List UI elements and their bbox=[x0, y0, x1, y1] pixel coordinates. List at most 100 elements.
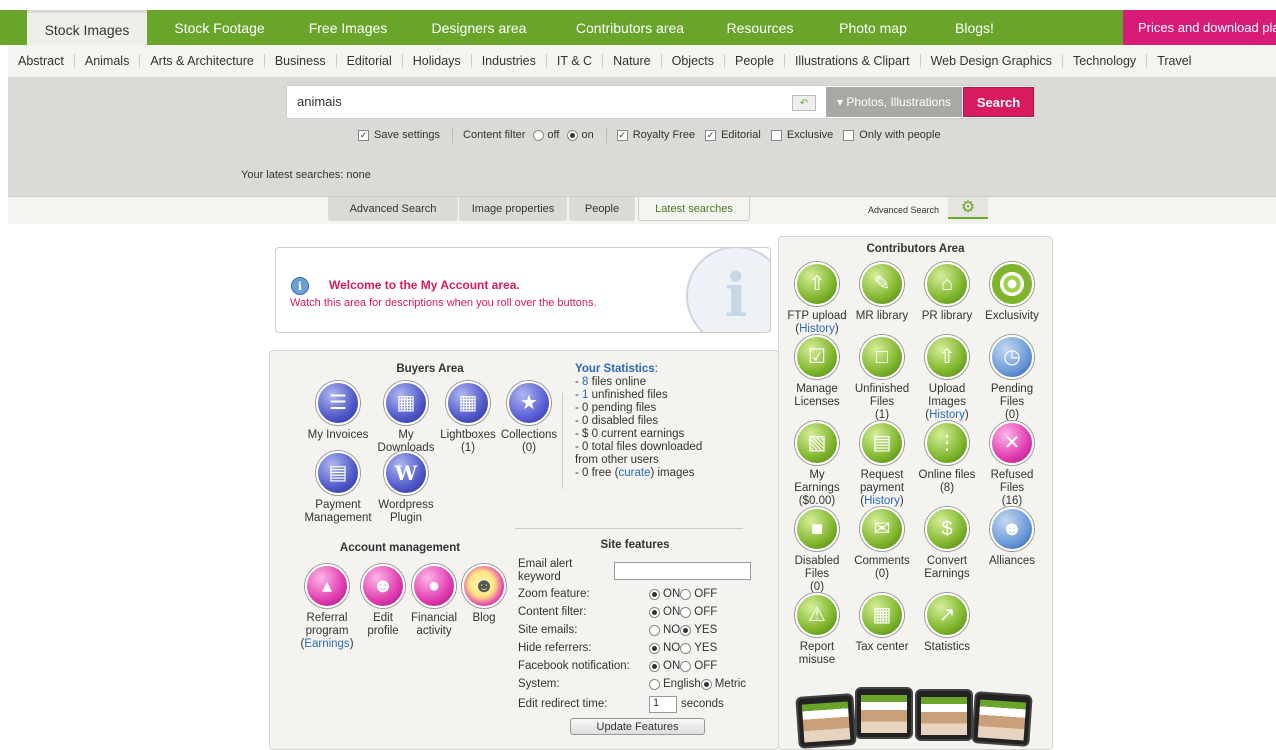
stat-pending: - 0 pending files bbox=[575, 402, 657, 414]
tab-latest-searches[interactable]: Latest searches bbox=[638, 197, 750, 221]
hide-referrers-no-radio[interactable] bbox=[649, 642, 660, 654]
hide-referrers-yes-radio[interactable] bbox=[680, 642, 692, 654]
back-arrow-icon[interactable]: ↶ bbox=[792, 95, 816, 111]
zoom-off-radio[interactable] bbox=[680, 588, 692, 600]
large-info-icon: i bbox=[686, 248, 770, 332]
royalty-free-label: Royalty Free bbox=[632, 129, 696, 141]
category-link[interactable]: Illustrations & Clipart bbox=[785, 54, 921, 68]
tab-photo-map[interactable]: Photo map bbox=[814, 10, 932, 45]
exclusive-checkbox[interactable] bbox=[770, 129, 782, 141]
prices-button[interactable]: Prices and download plan bbox=[1123, 10, 1276, 45]
stat-text: - 0 free ( bbox=[575, 467, 619, 479]
search-type-dropdown[interactable]: ▾ Photos, Illustrations bbox=[826, 87, 962, 117]
search-button[interactable]: Search bbox=[963, 87, 1034, 117]
tab-blogs[interactable]: Blogs! bbox=[932, 10, 1017, 45]
tab-advanced-search[interactable]: Advanced Search bbox=[328, 197, 458, 221]
tab-resources[interactable]: Resources bbox=[706, 10, 814, 45]
advanced-search-link[interactable]: Advanced Search bbox=[868, 205, 939, 215]
statistics-block: Your Statistics: - 8 files online - 1 un… bbox=[575, 363, 745, 480]
content-filter-off-radio[interactable] bbox=[680, 606, 692, 618]
facebook-on-radio[interactable] bbox=[649, 660, 660, 672]
category-link[interactable]: Objects bbox=[662, 54, 726, 68]
category-link[interactable]: Industries bbox=[472, 54, 547, 68]
feature-label: Hide referrers: bbox=[518, 642, 592, 654]
category-link[interactable]: Travel bbox=[1147, 54, 1201, 68]
option-label: OFF bbox=[694, 606, 718, 618]
system-row: System: English Metric bbox=[518, 677, 758, 691]
tab-free-images[interactable]: Free Images bbox=[292, 10, 404, 45]
tab-stock-footage[interactable]: Stock Footage bbox=[147, 10, 292, 45]
category-link[interactable]: Business bbox=[265, 54, 337, 68]
search-input[interactable]: animais bbox=[297, 94, 342, 109]
content-filter-on-radio[interactable] bbox=[649, 606, 660, 618]
wordpress-plugin-button[interactable]: W Wordpress Plugin bbox=[366, 451, 446, 525]
stat-dash: - bbox=[575, 376, 583, 388]
button-label: activity bbox=[416, 625, 452, 637]
dollar-cycle-icon: $ bbox=[925, 507, 969, 551]
zoom-on-radio[interactable] bbox=[649, 588, 660, 600]
redirect-time-input[interactable]: 1 bbox=[649, 695, 677, 713]
tab-designers-area[interactable]: Designers area bbox=[404, 10, 554, 45]
exclusivity-button[interactable]: Exclusivity bbox=[972, 262, 1052, 323]
email-alert-input[interactable] bbox=[614, 562, 751, 580]
mobile-app-banner[interactable] bbox=[795, 687, 1037, 749]
site-emails-no-radio[interactable] bbox=[649, 624, 660, 636]
wordpress-icon: W bbox=[384, 451, 428, 495]
category-link[interactable]: Technology bbox=[1063, 54, 1148, 68]
curate-link[interactable]: curate bbox=[618, 467, 650, 479]
content-filter-on-radio[interactable] bbox=[567, 129, 579, 141]
welcome-box: i Welcome to the My Account area. Watch … bbox=[275, 247, 771, 333]
collections-button[interactable]: ★ Collections (0) bbox=[489, 381, 569, 455]
document-pen-icon: ✎ bbox=[860, 262, 904, 306]
category-link[interactable]: Holidays bbox=[403, 54, 472, 68]
seconds-label: seconds bbox=[681, 698, 724, 710]
site-emails-yes-radio[interactable] bbox=[680, 624, 692, 636]
category-link[interactable]: Nature bbox=[603, 54, 662, 68]
welcome-description: Watch this area for descriptions when yo… bbox=[290, 297, 597, 309]
save-settings-checkbox[interactable]: ✓ bbox=[358, 129, 369, 141]
only-people-checkbox[interactable] bbox=[843, 129, 855, 141]
gear-icon[interactable]: ⚙ bbox=[948, 197, 988, 219]
option-label: Metric bbox=[714, 678, 747, 690]
phone-image bbox=[915, 689, 973, 741]
content-filter-off-radio[interactable] bbox=[533, 129, 545, 141]
alliances-button[interactable]: ☻ Alliances bbox=[972, 507, 1052, 568]
statistics-button[interactable]: ↗ Statistics bbox=[907, 593, 987, 654]
editorial-checkbox[interactable]: ✓ bbox=[705, 129, 717, 141]
upload-arrow-icon: ⇧ bbox=[795, 262, 839, 306]
category-link[interactable]: IT & C bbox=[547, 54, 604, 68]
pending-files-button[interactable]: ◷ Pending Files (0) bbox=[972, 335, 1052, 422]
category-link[interactable]: Web Design Graphics bbox=[921, 54, 1063, 68]
facebook-off-radio[interactable] bbox=[680, 660, 692, 672]
system-metric-radio[interactable] bbox=[700, 678, 712, 690]
credit-card-icon: ▤ bbox=[316, 451, 360, 495]
category-link[interactable]: Abstract bbox=[8, 54, 75, 68]
category-link[interactable]: People bbox=[725, 54, 785, 68]
people-group-icon: ☻ bbox=[990, 507, 1034, 551]
tab-image-properties[interactable]: Image properties bbox=[459, 197, 567, 221]
comment-bubble-icon: ✉ bbox=[860, 507, 904, 551]
tab-contributors-area[interactable]: Contributors area bbox=[554, 10, 706, 45]
system-english-radio[interactable] bbox=[649, 678, 660, 690]
royalty-free-checkbox[interactable]: ✓ bbox=[616, 129, 628, 141]
cash-icon: ▦ bbox=[860, 593, 904, 637]
payment-history-link[interactable]: History bbox=[864, 495, 900, 507]
divider bbox=[562, 393, 563, 489]
stat-text: files online bbox=[588, 376, 646, 388]
category-link[interactable]: Editorial bbox=[337, 54, 403, 68]
tab-people[interactable]: People bbox=[569, 197, 635, 221]
upload-history-link[interactable]: History bbox=[929, 409, 965, 421]
referral-earnings-link[interactable]: Earnings bbox=[304, 638, 349, 650]
blog-button[interactable]: ☻ Blog bbox=[444, 564, 524, 625]
category-link[interactable]: Arts & Architecture bbox=[140, 54, 265, 68]
warning-icon: ⚠ bbox=[795, 593, 839, 637]
phone-image bbox=[795, 693, 857, 749]
tab-stock-images[interactable]: Stock Images bbox=[27, 10, 147, 46]
category-link[interactable]: Animals bbox=[75, 54, 141, 68]
refused-files-button[interactable]: ✕ Refused Files (16) bbox=[972, 421, 1052, 508]
button-label: (0) bbox=[521, 442, 537, 454]
feature-label: Site emails: bbox=[518, 624, 578, 636]
button-label: Collections bbox=[500, 429, 558, 441]
update-features-button[interactable]: Update Features bbox=[570, 718, 705, 735]
ftp-history-link[interactable]: History bbox=[799, 323, 835, 335]
